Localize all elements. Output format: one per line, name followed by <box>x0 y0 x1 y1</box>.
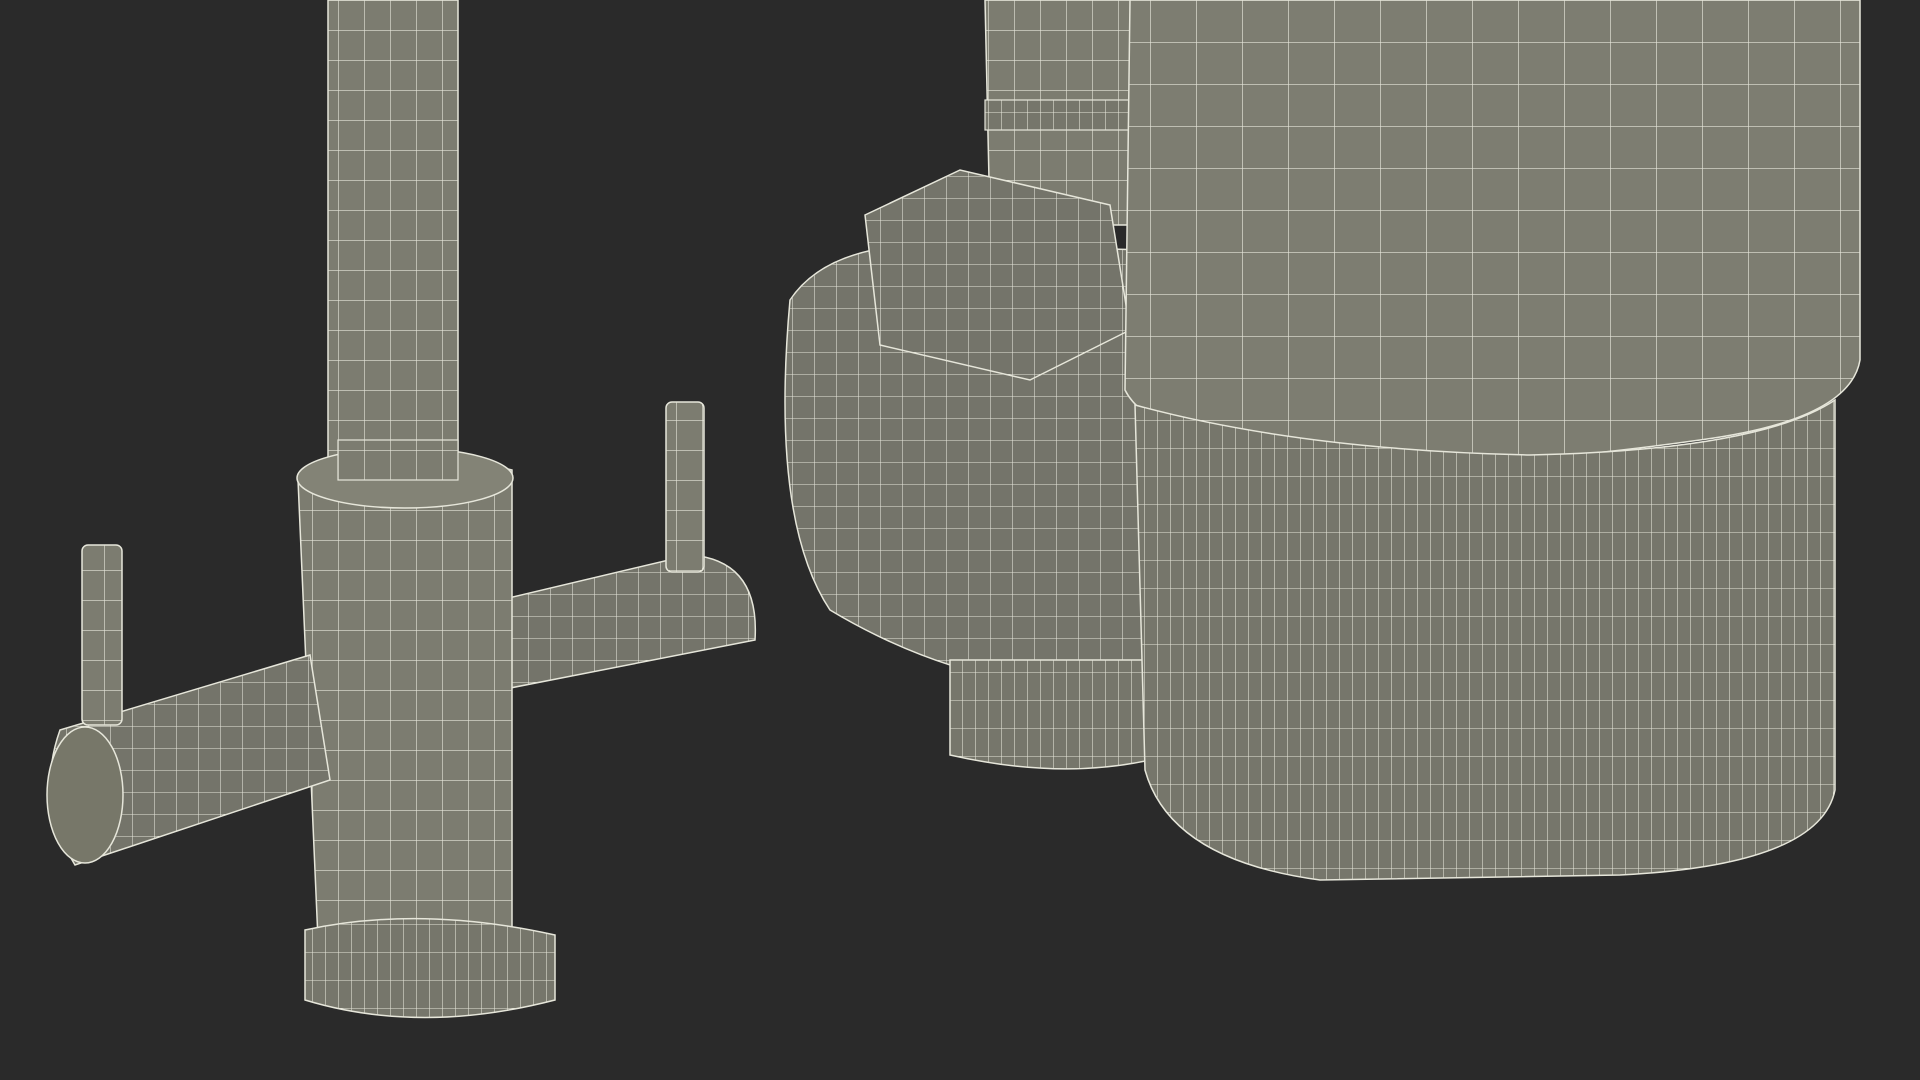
faucet-body <box>297 456 513 952</box>
wireframe-render <box>46 0 1861 1019</box>
faucet-wireframe <box>46 0 757 1019</box>
filter-canister-lower <box>1134 398 1836 881</box>
filter-canister-upper <box>1124 0 1861 466</box>
filter-bottom-fitting <box>949 659 1151 770</box>
filter-unit-wireframe <box>784 0 1861 881</box>
faucet-right-lever <box>665 401 705 573</box>
3d-viewport <box>0 0 1920 1080</box>
faucet-left-cap <box>46 726 124 864</box>
faucet-left-lever <box>81 544 123 726</box>
faucet-base <box>304 917 556 1019</box>
filter-nut <box>864 169 1131 381</box>
faucet-right-arm <box>499 554 757 691</box>
faucet-spout <box>327 0 459 491</box>
